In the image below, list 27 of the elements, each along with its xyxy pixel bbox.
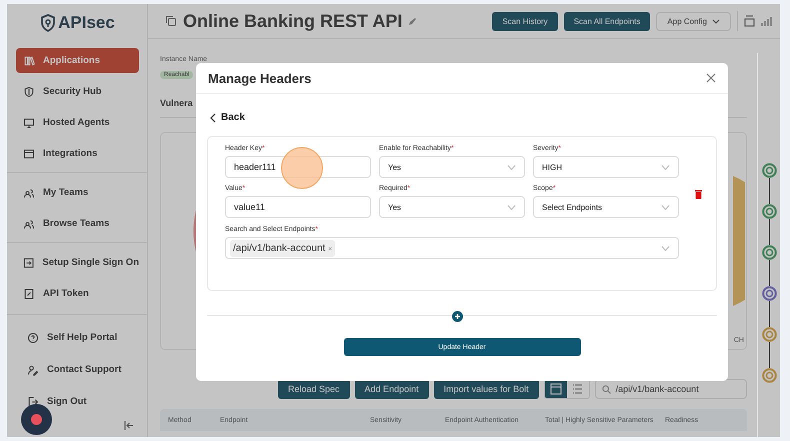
select-field[interactable]: Select Endpoints: [533, 196, 679, 218]
sidebar-item[interactable]: Hosted Agents: [16, 110, 139, 135]
select-field[interactable]: Yes: [379, 156, 525, 178]
toolbar-button[interactable]: Reload Spec: [278, 379, 350, 399]
sidebar-item[interactable]: Setup Single Sign On: [16, 250, 139, 275]
select-field[interactable]: Yes: [379, 196, 525, 218]
sidebar-item[interactable]: My Teams: [16, 180, 139, 205]
back-link[interactable]: Back: [207, 112, 245, 123]
sidebar-item[interactable]: API Token: [16, 281, 139, 306]
logo-text: APIsec: [58, 13, 115, 33]
sidebar-item[interactable]: Applications: [16, 48, 139, 73]
modal-title: Manage Headers: [208, 70, 312, 86]
toolbar-button[interactable]: Import values for Bolt: [434, 379, 539, 399]
sidebar-link[interactable]: Self Help Portal: [16, 325, 139, 350]
tab[interactable]: Vulnera: [160, 98, 193, 108]
sidebar-item[interactable]: Security Hub: [16, 79, 139, 104]
input-field[interactable]: value11: [225, 196, 371, 218]
header-button[interactable]: Scan All Endpoints: [564, 12, 650, 30]
select-field[interactable]: HIGH: [533, 156, 679, 178]
sidebar-link[interactable]: Sign Out: [16, 389, 139, 414]
toolbar-button[interactable]: Add Endpoint: [354, 379, 429, 399]
header-button[interactable]: Scan History: [492, 12, 558, 30]
sidebar-link[interactable]: Contact Support: [16, 357, 139, 382]
sidebar-item[interactable]: Integrations: [16, 141, 139, 166]
config-dropdown[interactable]: App Config: [656, 12, 731, 30]
sidebar-item[interactable]: Browse Teams: [16, 211, 139, 236]
app-title: Online Banking REST API: [183, 10, 402, 32]
